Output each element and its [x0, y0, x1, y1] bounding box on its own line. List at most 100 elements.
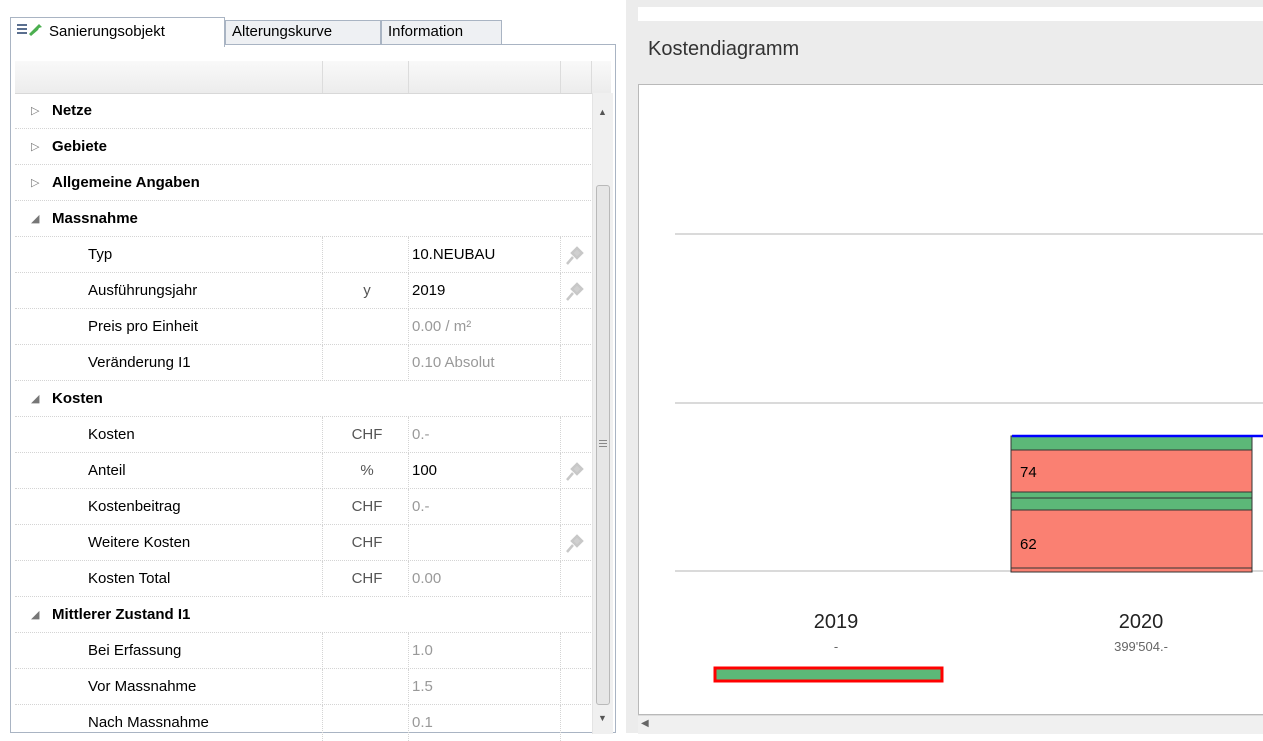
- property-unit: CHF: [351, 570, 383, 587]
- tab-alterungskurve[interactable]: Alterungskurve: [225, 20, 381, 44]
- property-unit: [327, 309, 407, 345]
- category-label: Kosten: [52, 390, 103, 407]
- category-label: Gebiete: [52, 138, 108, 155]
- year-label-2019: 2019: [814, 611, 859, 633]
- property-name: Nach Massnahme: [88, 714, 209, 731]
- property-row-bei-erfassung[interactable]: Bei Erfassung 1.0: [15, 633, 591, 669]
- tab-label: Information: [388, 23, 464, 40]
- amount-label-2020: 399'504.-: [1114, 639, 1168, 654]
- property-name: Kostenbeitrag: [88, 498, 181, 515]
- property-value: 0.-: [412, 426, 430, 443]
- property-row-kosten-total[interactable]: Kosten Total CHF 0.00: [15, 561, 591, 597]
- property-name: Veränderung I1: [88, 354, 191, 371]
- property-value: 0.10 Absolut: [412, 354, 495, 371]
- category-kosten[interactable]: ◢ Kosten: [15, 381, 591, 417]
- expand-icon[interactable]: ▷: [31, 129, 39, 165]
- property-value: 0.00 / m²: [412, 318, 472, 335]
- category-label: Massnahme: [52, 210, 138, 227]
- category-massnahme[interactable]: ◢ Massnahme: [15, 201, 591, 237]
- bar-segment-green: [1010, 491, 1253, 499]
- property-name: Weitere Kosten: [88, 534, 191, 551]
- expand-icon[interactable]: ▷: [31, 165, 39, 201]
- property-name: Anteil: [88, 462, 126, 479]
- category-gebiete[interactable]: ▷ Gebiete: [15, 129, 591, 165]
- property-name: Bei Erfassung: [88, 642, 182, 659]
- property-row-veraenderung-i1[interactable]: Veränderung I1 0.10 Absolut: [15, 345, 591, 381]
- property-unit: CHF: [351, 534, 383, 551]
- category-label: Allgemeine Angaben: [52, 174, 200, 191]
- scrollbar-thumb[interactable]: [596, 185, 610, 705]
- diagram-horizontal-scrollbar[interactable]: ◀: [638, 715, 1263, 734]
- property-name: Ausführungsjahr: [88, 282, 198, 299]
- category-allgemeine-angaben[interactable]: ▷ Allgemeine Angaben: [15, 165, 591, 201]
- tab-information[interactable]: Information: [381, 20, 502, 44]
- property-value: 1.0: [412, 642, 433, 659]
- property-value[interactable]: 100: [412, 453, 437, 489]
- tab-sanierungsobjekt[interactable]: Sanierungsobjekt: [10, 17, 225, 47]
- pin-icon[interactable]: [564, 246, 584, 266]
- collapse-icon[interactable]: ◢: [31, 201, 39, 237]
- property-unit: y: [363, 282, 371, 299]
- property-row-vor-massnahme[interactable]: Vor Massnahme 1.5: [15, 669, 591, 705]
- scroll-left-icon[interactable]: ◀: [641, 718, 649, 729]
- property-value: 1.5: [412, 678, 433, 695]
- property-row-weitere-kosten[interactable]: Weitere Kosten CHF: [15, 525, 591, 561]
- amount-label-2019: -: [834, 639, 838, 654]
- category-mittlerer-zustand[interactable]: ◢ Mittlerer Zustand I1: [15, 597, 591, 633]
- bar-segment-base: [1010, 567, 1253, 573]
- category-label: Mittlerer Zustand I1: [52, 606, 191, 623]
- property-unit: CHF: [351, 498, 383, 515]
- category-netze[interactable]: ▷ Netze: [15, 93, 591, 129]
- property-row-preis-pro-einheit[interactable]: Preis pro Einheit 0.00 / m²: [15, 309, 591, 345]
- tab-label: Sanierungsobjekt: [49, 23, 165, 40]
- collapse-icon[interactable]: ◢: [31, 597, 39, 633]
- property-value: 0.-: [412, 498, 430, 515]
- property-row-typ[interactable]: Typ 10.NEUBAU: [15, 237, 591, 273]
- cost-diagram-plot: 74 62 2019 - 2020 399'504.-: [638, 84, 1263, 715]
- bar-segment-62: [1010, 509, 1253, 569]
- property-row-kosten[interactable]: Kosten CHF 0.-: [15, 417, 591, 453]
- property-unit: [327, 345, 407, 381]
- pin-icon[interactable]: [564, 462, 584, 482]
- property-value: 0.00: [412, 570, 442, 587]
- selection-marker-2019[interactable]: [713, 666, 944, 683]
- bar-segment-green: [1010, 435, 1253, 451]
- grid-vertical-scrollbar[interactable]: ▲ ▼: [592, 93, 613, 734]
- property-grid-panel: ▷ Netze ▷ Gebiete ▷ Allgemeine Angaben ◢…: [10, 44, 616, 741]
- property-row-anteil[interactable]: Anteil % 100: [15, 453, 591, 489]
- expand-icon[interactable]: ▷: [31, 93, 39, 129]
- bar-2020[interactable]: 74 62: [1010, 434, 1263, 573]
- grid-header: [15, 61, 611, 94]
- scroll-down-icon[interactable]: ▼: [598, 713, 607, 723]
- diagram-title: Kostendiagramm: [648, 38, 800, 60]
- pin-icon[interactable]: [564, 534, 584, 554]
- category-label: Netze: [52, 102, 93, 119]
- property-unit: [327, 669, 407, 705]
- pin-icon[interactable]: [564, 282, 584, 302]
- property-name: Kosten: [88, 426, 135, 443]
- segment-label-74: 74: [1020, 464, 1037, 481]
- bar-segment-74: [1010, 449, 1253, 493]
- property-unit: [327, 705, 407, 741]
- bar-segment-green: [1010, 497, 1253, 511]
- property-name: Preis pro Einheit: [88, 318, 199, 335]
- cost-diagram-panel: Kostendiagramm 74 62 2019 - 2020 399'504…: [626, 0, 1263, 734]
- property-row-nach-massnahme[interactable]: Nach Massnahme 0.1: [15, 705, 591, 741]
- cost-diagram-svg: 74 62 2019 - 2020 399'504.-: [675, 233, 1263, 683]
- property-value: 0.1: [412, 714, 433, 731]
- property-name: Typ: [88, 246, 113, 263]
- year-label-2020: 2020: [1119, 611, 1164, 633]
- property-unit: [327, 237, 407, 273]
- property-row-ausfuehrungsjahr[interactable]: Ausführungsjahr y 2019: [15, 273, 591, 309]
- scroll-up-icon[interactable]: ▲: [598, 107, 607, 117]
- property-value[interactable]: 10.NEUBAU: [412, 237, 495, 273]
- panel-top-strip: [638, 7, 1263, 21]
- property-row-kostenbeitrag[interactable]: Kostenbeitrag CHF 0.-: [15, 489, 591, 525]
- property-unit: %: [360, 462, 374, 479]
- tab-label: Alterungskurve: [232, 23, 333, 40]
- wrench-list-icon: [17, 18, 43, 46]
- collapse-icon[interactable]: ◢: [31, 381, 39, 417]
- property-name: Vor Massnahme: [88, 678, 197, 695]
- property-name: Kosten Total: [88, 570, 171, 587]
- property-value[interactable]: 2019: [412, 273, 445, 309]
